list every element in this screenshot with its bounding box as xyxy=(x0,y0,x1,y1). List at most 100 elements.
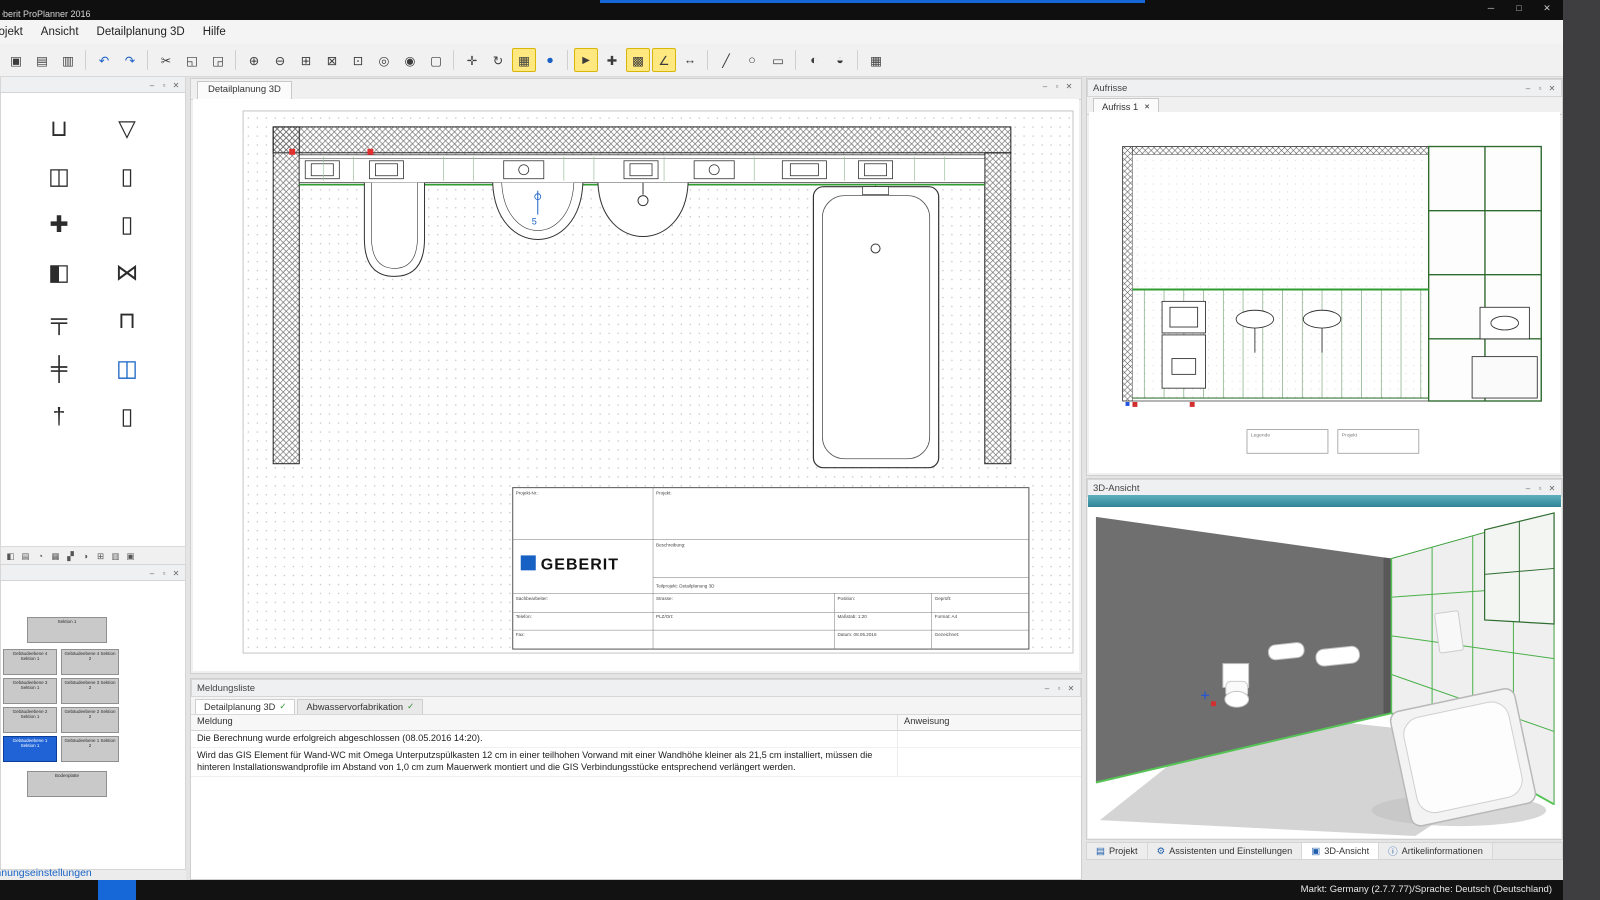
catalog-item[interactable]: ◫ xyxy=(25,159,93,193)
toolbar-button[interactable]: ✂ xyxy=(154,48,178,72)
toolbar-button[interactable]: ▥ xyxy=(56,48,80,72)
structure-box[interactable]: Gebäudeebene 2 Sektion 1 xyxy=(3,707,57,733)
catalog-item[interactable]: ⋈ xyxy=(93,255,161,289)
message-row[interactable]: Wird das GIS Element für Wand-WC mit Ome… xyxy=(191,748,1081,777)
panel-close-icon[interactable]: ✕ xyxy=(1546,84,1558,93)
menu-item[interactable]: Hilfe xyxy=(194,23,235,41)
toolbar-button[interactable] xyxy=(857,50,859,70)
structure-box[interactable]: Gebäudeebene 4 Sektion 1 xyxy=(3,649,57,675)
toolbar-button[interactable] xyxy=(147,50,149,70)
toolbar-button[interactable] xyxy=(85,50,87,70)
right-panel-tab[interactable]: ⓘ Artikelinformationen xyxy=(1379,843,1493,859)
window-control-button[interactable]: ─ xyxy=(1484,3,1498,14)
toolbar-button[interactable]: ◱ xyxy=(180,48,204,72)
panel-close-icon[interactable]: ✕ xyxy=(1546,484,1558,493)
toolbar-button[interactable]: ▢ xyxy=(424,48,448,72)
toolbar-button[interactable]: ⊖ xyxy=(268,48,292,72)
mini-tool-button[interactable]: ▞ xyxy=(63,549,78,563)
drawing-canvas[interactable]: 5 GEBERIT xyxy=(193,99,1079,671)
toolbar-button[interactable]: ∠ xyxy=(652,48,676,72)
elevation-drawing[interactable]: Legende Projekt xyxy=(1089,112,1560,473)
toolbar-button[interactable]: ↷ xyxy=(118,48,142,72)
catalog-item[interactable]: ◫ xyxy=(93,351,161,385)
messages-tab[interactable]: Detailplanung 3D ✓ xyxy=(195,699,295,714)
panel-close-icon[interactable]: ✕ xyxy=(1065,684,1077,693)
structure-box[interactable]: Gebäudeebene 3 Sektion 1 xyxy=(3,678,57,704)
scene-3d[interactable] xyxy=(1088,507,1561,838)
mini-tool-button[interactable]: ▤ xyxy=(18,549,33,563)
catalog-item[interactable]: ⊔ xyxy=(25,111,93,145)
catalog-item[interactable]: ◧ xyxy=(25,255,93,289)
toolbar-button[interactable] xyxy=(235,50,237,70)
toolbar-button[interactable]: ╱ xyxy=(714,48,738,72)
panel-float-icon[interactable]: ▫ xyxy=(1051,82,1063,91)
toolbar-button[interactable]: ⊠ xyxy=(320,48,344,72)
toolbar-button[interactable]: ◉ xyxy=(398,48,422,72)
toolbar-button[interactable]: ↔ xyxy=(678,48,702,72)
toolbar-button[interactable] xyxy=(795,50,797,70)
panel-minimize-icon[interactable]: – xyxy=(1041,684,1053,693)
right-panel-tab[interactable]: ▤ Projekt xyxy=(1087,843,1148,859)
menu-item[interactable]: Projekt xyxy=(0,23,32,41)
structure-box[interactable]: Gebäudeebene 4 Sektion 2 xyxy=(61,649,119,675)
panel-minimize-icon[interactable]: – xyxy=(146,81,158,90)
toolbar-button[interactable]: ⊞ xyxy=(294,48,318,72)
mini-tool-button[interactable]: ▥ xyxy=(108,549,123,563)
toolbar-button[interactable]: ▭ xyxy=(766,48,790,72)
mini-tool-button[interactable]: ◧ xyxy=(3,549,18,563)
toolbar-button[interactable]: ▤ xyxy=(30,48,54,72)
catalog-item[interactable]: ⊓ xyxy=(93,303,161,337)
tab-close-icon[interactable]: ✕ xyxy=(1144,103,1150,111)
structure-box-baseplate[interactable]: Bodenplatte xyxy=(27,771,107,797)
toolbar-button[interactable]: ▦ xyxy=(864,48,888,72)
catalog-item[interactable]: ▯ xyxy=(93,207,161,241)
tab-detailplanung-3d[interactable]: Detailplanung 3D xyxy=(197,81,292,100)
panel-float-icon[interactable]: ▫ xyxy=(1053,684,1065,693)
panel-close-icon[interactable]: ✕ xyxy=(1063,82,1075,91)
toolbar-button[interactable] xyxy=(707,50,709,70)
window-control-button[interactable]: □ xyxy=(1512,3,1526,14)
panel-minimize-icon[interactable]: – xyxy=(1522,84,1534,93)
toolbar-button[interactable]: ▦ xyxy=(512,48,536,72)
toolbar-button[interactable] xyxy=(453,50,455,70)
toolbar-button[interactable]: ▣ xyxy=(4,48,28,72)
toolbar-button[interactable]: ◎ xyxy=(372,48,396,72)
panel-float-icon[interactable]: ▫ xyxy=(158,81,170,90)
toolbar-button[interactable] xyxy=(567,50,569,70)
panel-minimize-icon[interactable]: – xyxy=(146,569,158,578)
mini-tool-button[interactable]: ▣ xyxy=(123,549,138,563)
catalog-item[interactable]: ▽ xyxy=(93,111,161,145)
catalog-item[interactable]: ▯ xyxy=(93,399,161,433)
messages-tab[interactable]: Abwasservorfabrikation ✓ xyxy=(297,699,423,714)
catalog-item[interactable]: ╪ xyxy=(25,351,93,385)
toolbar-button[interactable]: ✛ xyxy=(460,48,484,72)
toolbar-button[interactable]: ○ xyxy=(740,48,764,72)
toolbar-button[interactable]: ✚ xyxy=(600,48,624,72)
structure-box[interactable]: Gebäudeebene 1 Sektion 1 xyxy=(3,736,57,762)
window-control-button[interactable]: ✕ xyxy=(1540,3,1554,14)
toolbar-button[interactable]: ⊕ xyxy=(242,48,266,72)
toolbar-button[interactable]: ↶ xyxy=(92,48,116,72)
toolbar-button[interactable]: ► xyxy=(574,48,598,72)
message-row[interactable]: Die Berechnung wurde erfolgreich abgesch… xyxy=(191,731,1081,748)
structure-box-section[interactable]: Sektion 1 xyxy=(27,617,107,643)
mini-tool-button[interactable]: ⊞ xyxy=(93,549,108,563)
mini-tool-button[interactable]: ◔ xyxy=(33,549,48,563)
panel-float-icon[interactable]: ▫ xyxy=(1534,84,1546,93)
panel-float-icon[interactable]: ▫ xyxy=(158,569,170,578)
toolbar-button[interactable]: ● xyxy=(538,48,562,72)
panel-float-icon[interactable]: ▫ xyxy=(1534,484,1546,493)
toolbar-button[interactable]: ↻ xyxy=(486,48,510,72)
panel-minimize-icon[interactable]: – xyxy=(1039,82,1051,91)
toolbar-button[interactable]: ◐ xyxy=(802,48,826,72)
panel-minimize-icon[interactable]: – xyxy=(1522,484,1534,493)
toolbar-button[interactable]: ◲ xyxy=(206,48,230,72)
calculation-settings-link[interactable]: Berechnungseinstellungen xyxy=(0,867,92,878)
panel-close-icon[interactable]: ✕ xyxy=(170,569,182,578)
floorplan[interactable]: 5 GEBERIT xyxy=(193,99,1079,671)
toolbar-button[interactable]: ⊡ xyxy=(346,48,370,72)
menu-item[interactable]: Ansicht xyxy=(32,23,88,41)
view3d-viewport[interactable] xyxy=(1088,507,1561,838)
mini-tool-button[interactable]: ◑ xyxy=(78,549,93,563)
catalog-item[interactable]: ✚ xyxy=(25,207,93,241)
